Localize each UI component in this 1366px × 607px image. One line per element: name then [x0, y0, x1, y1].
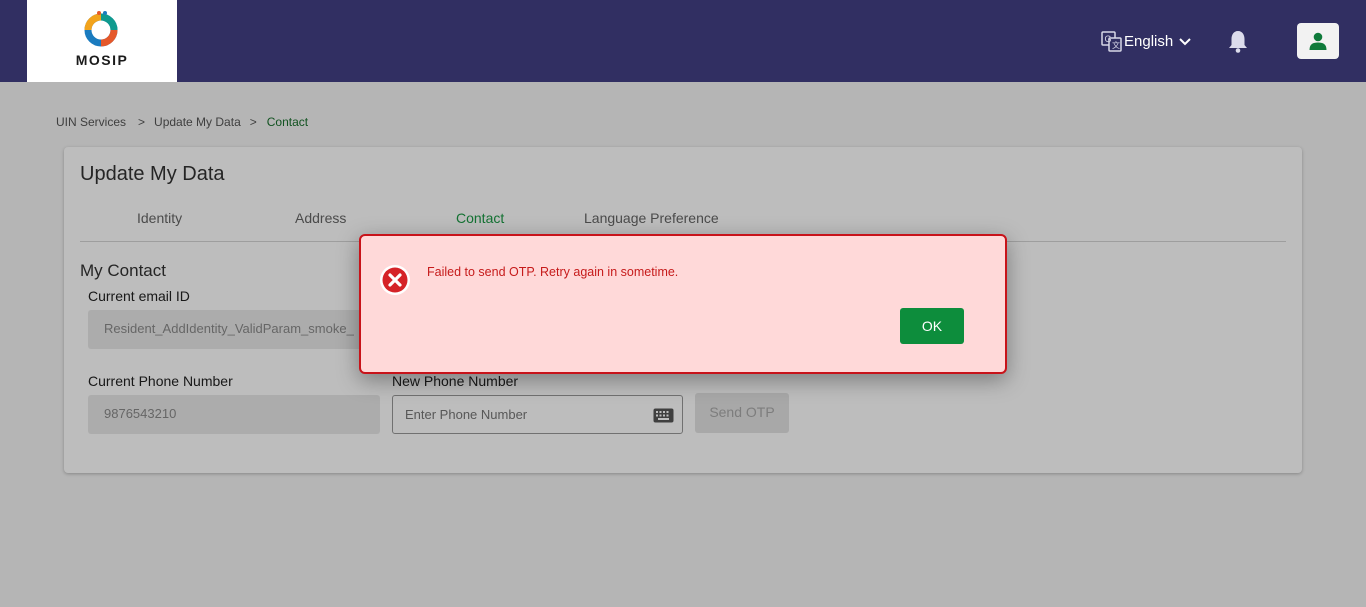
language-label: English [1124, 32, 1174, 50]
svg-text:文: 文 [1112, 40, 1120, 50]
logo-icon [84, 11, 118, 47]
error-icon [380, 265, 410, 295]
logo-text: MOSIP [75, 52, 129, 68]
user-profile-button[interactable] [1297, 23, 1339, 59]
user-icon [1309, 32, 1327, 50]
language-selector[interactable]: G 文 English [1101, 30, 1192, 52]
chevron-down-icon [1179, 38, 1191, 46]
svg-text:G: G [1105, 34, 1112, 44]
error-message: Failed to send OTP. Retry again in somet… [427, 265, 679, 279]
bell-icon[interactable] [1227, 29, 1249, 53]
logo[interactable]: MOSIP [27, 0, 177, 82]
ok-button[interactable]: OK [900, 308, 964, 344]
translate-icon: G 文 [1101, 30, 1122, 52]
error-dialog: Failed to send OTP. Retry again in somet… [359, 234, 1007, 374]
app-header: MOSIP G 文 English [0, 0, 1366, 82]
